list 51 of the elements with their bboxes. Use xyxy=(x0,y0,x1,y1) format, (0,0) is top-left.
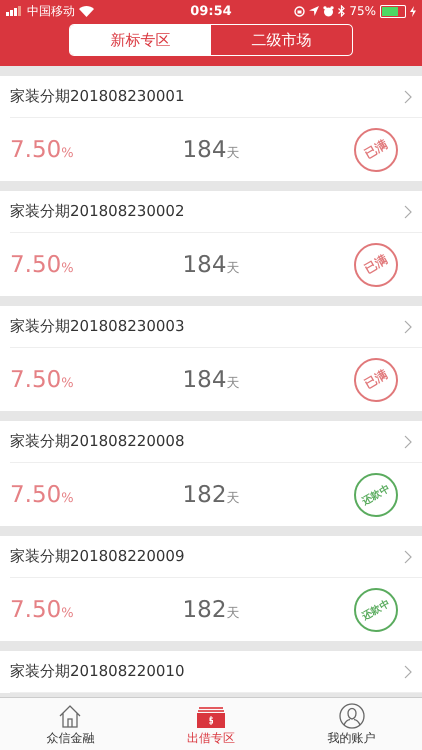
chevron-right-icon xyxy=(404,204,412,218)
loan-title: 家装分期201808230002 xyxy=(10,202,185,221)
loan-term: 184天 xyxy=(182,366,240,392)
chevron-right-icon xyxy=(404,550,412,564)
loan-term: 182天 xyxy=(182,482,240,508)
loan-term: 184天 xyxy=(182,136,240,162)
loan-card[interactable]: 家装分期201808220010 xyxy=(0,651,422,693)
status-stamp: 已满 xyxy=(354,128,398,172)
loan-title: 家装分期201808230001 xyxy=(10,87,185,106)
interest-rate: 7.50% xyxy=(10,136,75,162)
status-stamp: 已满 xyxy=(354,242,398,286)
tab-bar-item[interactable]: 众信金融 xyxy=(0,698,141,750)
chevron-right-icon xyxy=(404,320,412,334)
interest-rate: 7.50% xyxy=(10,366,75,392)
carrier-name: 中国移动 xyxy=(27,2,75,20)
status-stamp: 已满 xyxy=(354,358,398,402)
loan-title: 家装分期201808220009 xyxy=(10,547,185,566)
interest-rate: 7.50% xyxy=(10,482,75,508)
signal-icon xyxy=(6,6,23,16)
loan-title: 家装分期201808220008 xyxy=(10,432,185,451)
battery-icon xyxy=(380,4,406,18)
loan-card[interactable]: 家装分期201808220009 7.50% 182天 还款中 xyxy=(0,536,422,641)
loan-card[interactable]: 家装分期201808230001 7.50% 184天 已满 xyxy=(0,76,422,181)
charging-icon xyxy=(410,6,416,16)
wifi-icon xyxy=(79,6,94,16)
user-icon xyxy=(338,703,365,729)
loan-card[interactable]: 家装分期201808230002 7.50% 184天 已满 xyxy=(0,191,422,296)
battery-percent: 75% xyxy=(349,4,376,18)
chevron-right-icon xyxy=(404,434,412,448)
loan-term: 182天 xyxy=(182,596,240,622)
clock-time: 09:54 xyxy=(190,4,232,18)
loan-title: 家装分期201808220010 xyxy=(10,662,185,681)
rotation-lock-icon xyxy=(294,6,306,16)
alarm-icon xyxy=(323,6,334,16)
tab-bar-item[interactable]: 我的账户 xyxy=(281,698,422,750)
segment-tab[interactable]: 二级市场 xyxy=(211,25,352,55)
cash-stack-icon xyxy=(196,705,226,729)
loan-title: 家装分期201808230003 xyxy=(10,317,185,336)
loan-card[interactable]: 家装分期201808220008 7.50% 182天 还款中 xyxy=(0,421,422,526)
chevron-right-icon xyxy=(404,90,412,104)
tab-bar-item[interactable]: 出借专区 xyxy=(140,698,282,750)
status-stamp: 还款中 xyxy=(354,588,398,632)
loan-term: 184天 xyxy=(182,252,240,278)
interest-rate: 7.50% xyxy=(10,596,75,622)
status-stamp: 还款中 xyxy=(354,472,398,516)
chevron-right-icon xyxy=(404,664,412,678)
loan-card[interactable]: 家装分期201808230003 7.50% 184天 已满 xyxy=(0,306,422,411)
bluetooth-icon xyxy=(338,5,346,17)
segment-tab[interactable]: 新标专区 xyxy=(70,25,211,55)
location-icon xyxy=(309,6,320,16)
interest-rate: 7.50% xyxy=(10,252,75,278)
